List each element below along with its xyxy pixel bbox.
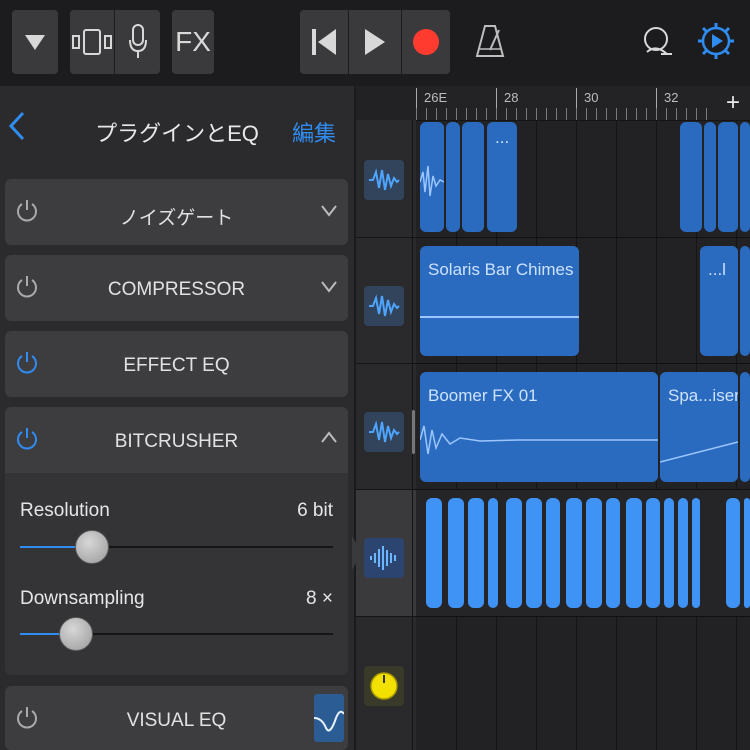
record-button[interactable]	[402, 10, 450, 74]
region-label: ...l	[708, 260, 726, 279]
plugin-bitcrusher: BITCRUSHER Resolution 6 bit Downsampling…	[5, 407, 348, 675]
ruler-mark: 30	[584, 90, 599, 105]
audio-region-boomer[interactable]: Boomer FX 01	[420, 372, 658, 482]
sample-region[interactable]	[646, 498, 660, 608]
downsampling-slider-knob[interactable]	[59, 617, 94, 651]
audio-region[interactable]	[740, 246, 750, 356]
downsampling-label: Downsampling	[20, 588, 145, 609]
timeline-ruler[interactable]: 26E 28 30 32 +	[416, 86, 750, 121]
sample-region[interactable]	[546, 498, 560, 608]
plugin-name: VISUAL EQ	[126, 710, 227, 731]
tracks-view-button[interactable]	[70, 10, 114, 74]
region-label: Boomer FX 01	[428, 386, 538, 405]
audio-region-space[interactable]: Spa...iser	[660, 372, 738, 482]
ruler-mark: 32	[664, 90, 679, 105]
plugin-compressor[interactable]: COMPRESSOR	[5, 255, 348, 321]
audio-region[interactable]	[462, 122, 484, 232]
sampler-waveform-icon[interactable]	[364, 538, 404, 578]
track-headers	[356, 120, 416, 750]
metronome-button[interactable]	[470, 16, 510, 66]
top-toolbar: FX	[0, 0, 750, 86]
transport-group	[300, 10, 450, 74]
plugin-name: ノイズゲート	[119, 208, 234, 229]
selection-pointer-icon	[352, 536, 362, 570]
region-label: Solaris Bar Chimes	[428, 260, 574, 279]
sample-region[interactable]	[566, 498, 582, 608]
settings-button[interactable]	[694, 16, 738, 66]
ruler-mark: 26E	[424, 90, 448, 105]
audio-region[interactable]	[680, 122, 702, 232]
resolution-label: Resolution	[20, 500, 110, 521]
sample-region[interactable]	[426, 498, 442, 608]
edit-button[interactable]: 編集	[292, 116, 336, 148]
play-button[interactable]	[349, 10, 401, 74]
plugins-panel: プラグインとEQ 編集 ノイズゲート COMPRESSOR EFFECT EQ …	[0, 86, 354, 750]
ruler-mark: 28	[504, 90, 519, 105]
tracks-area: 26E 28 30 32 + ... Solaris Bar Chimes ..…	[352, 86, 750, 750]
sample-region[interactable]	[606, 498, 620, 608]
browser-button[interactable]	[12, 10, 58, 74]
add-section-button[interactable]: +	[716, 86, 750, 120]
audio-waveform-icon[interactable]	[364, 412, 404, 452]
view-group	[70, 10, 160, 74]
audio-region[interactable]	[420, 122, 444, 232]
audio-waveform-icon[interactable]	[364, 160, 404, 200]
resize-handle[interactable]	[412, 410, 415, 454]
downsampling-value: 8 ×	[306, 588, 333, 609]
audio-region-solaris[interactable]: Solaris Bar Chimes	[420, 246, 579, 356]
plugin-effect-eq[interactable]: EFFECT EQ	[5, 331, 348, 397]
chevron-down-icon[interactable]	[320, 201, 338, 219]
chevron-down-icon[interactable]	[320, 277, 338, 295]
plugin-name: COMPRESSOR	[107, 279, 246, 300]
settings-gear-icon	[698, 23, 734, 59]
region-label: ...	[495, 128, 510, 147]
sample-region[interactable]	[626, 498, 642, 608]
loop-browser-icon	[644, 27, 672, 55]
sample-region[interactable]	[692, 498, 700, 608]
sample-region[interactable]	[744, 498, 750, 608]
rewind-button[interactable]	[300, 10, 348, 74]
sample-region[interactable]	[586, 498, 602, 608]
sample-region[interactable]	[448, 498, 464, 608]
sample-region[interactable]	[726, 498, 740, 608]
resolution-value: 6 bit	[297, 500, 333, 521]
audio-region[interactable]	[704, 122, 716, 232]
fx-button[interactable]: FX	[172, 10, 214, 74]
sample-region[interactable]	[488, 498, 498, 608]
audio-waveform-icon[interactable]	[364, 286, 404, 326]
chevron-up-icon[interactable]	[320, 429, 338, 447]
tracks-view-icon	[72, 29, 112, 55]
sample-region[interactable]	[506, 498, 522, 608]
plugin-name: BITCRUSHER	[114, 431, 239, 452]
region-label: Spa...iser	[668, 386, 738, 405]
sample-region[interactable]	[664, 498, 674, 608]
sample-region[interactable]	[468, 498, 484, 608]
triangle-down-icon	[25, 35, 45, 50]
audio-region[interactable]	[740, 372, 750, 482]
resolution-slider-knob[interactable]	[74, 530, 109, 564]
sample-region[interactable]	[678, 498, 688, 608]
audio-region[interactable]: ...	[487, 122, 517, 232]
plugin-name: EFFECT EQ	[123, 355, 230, 376]
visual-eq-icon[interactable]	[313, 694, 345, 742]
plugin-noise-gate[interactable]: ノイズゲート	[5, 179, 348, 245]
audio-region[interactable]	[718, 122, 738, 232]
audio-region[interactable]	[446, 122, 460, 232]
skip-back-icon	[312, 29, 336, 55]
loop-browser-button[interactable]	[636, 16, 676, 66]
audio-region[interactable]	[740, 122, 750, 232]
metronome-icon	[475, 25, 505, 57]
knob-instrument-icon[interactable]	[364, 666, 404, 706]
microphone-icon	[128, 24, 147, 58]
sample-region[interactable]	[526, 498, 542, 608]
microphone-button[interactable]	[115, 10, 160, 74]
record-icon	[413, 29, 439, 55]
resolution-slider[interactable]	[20, 546, 333, 548]
plugin-visual-eq[interactable]: VISUAL EQ	[5, 686, 348, 750]
audio-region[interactable]: ...l	[700, 246, 738, 356]
play-icon	[365, 29, 385, 55]
